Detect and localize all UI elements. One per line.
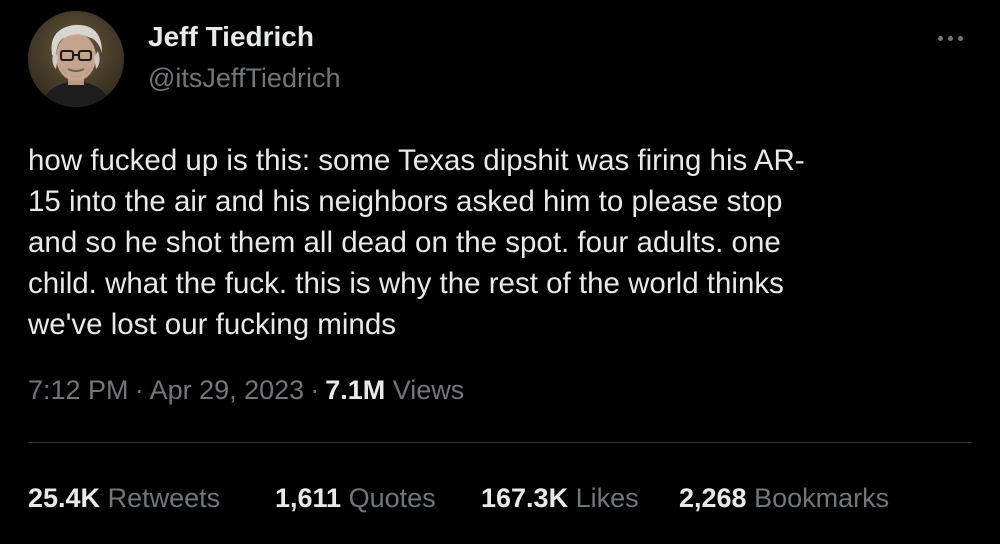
tweet-card: Jeff Tiedrich @itsJeffTiedrich how fucke… bbox=[0, 0, 1000, 544]
bookmarks-label: Bookmarks bbox=[754, 483, 890, 513]
more-horizontal-icon bbox=[938, 36, 943, 41]
bookmarks-count: 2,268 bbox=[679, 483, 747, 513]
avatar-image bbox=[28, 11, 124, 107]
avatar[interactable] bbox=[28, 11, 124, 107]
likes-stat[interactable]: 167.3K Likes bbox=[481, 481, 639, 515]
retweets-count: 25.4K bbox=[28, 483, 101, 513]
tweet-date[interactable]: Apr 29, 2023 bbox=[150, 375, 305, 405]
more-horizontal-icon bbox=[958, 36, 963, 41]
views-count: 7.1M bbox=[325, 375, 386, 405]
more-options-button[interactable] bbox=[930, 26, 970, 50]
display-name[interactable]: Jeff Tiedrich bbox=[148, 20, 314, 54]
retweets-stat[interactable]: 25.4K Retweets bbox=[28, 481, 220, 515]
divider bbox=[28, 442, 972, 443]
user-handle[interactable]: @itsJeffTiedrich bbox=[148, 61, 340, 95]
more-horizontal-icon bbox=[948, 36, 953, 41]
tweet-meta: 7:12 PM · Apr 29, 2023 · 7.1M Views bbox=[28, 373, 464, 407]
quotes-stat[interactable]: 1,611 Quotes bbox=[275, 481, 436, 515]
meta-separator: · bbox=[134, 375, 144, 405]
likes-label: Likes bbox=[575, 483, 639, 513]
likes-count: 167.3K bbox=[481, 483, 569, 513]
meta-separator: · bbox=[310, 375, 320, 405]
bookmarks-stat[interactable]: 2,268 Bookmarks bbox=[679, 481, 889, 515]
quotes-label: Quotes bbox=[348, 483, 436, 513]
tweet-time[interactable]: 7:12 PM bbox=[28, 375, 129, 405]
retweets-label: Retweets bbox=[107, 483, 221, 513]
tweet-text: how fucked up is this: some Texas dipshi… bbox=[28, 144, 805, 341]
views-label: Views bbox=[392, 375, 465, 405]
quotes-count: 1,611 bbox=[275, 483, 342, 513]
